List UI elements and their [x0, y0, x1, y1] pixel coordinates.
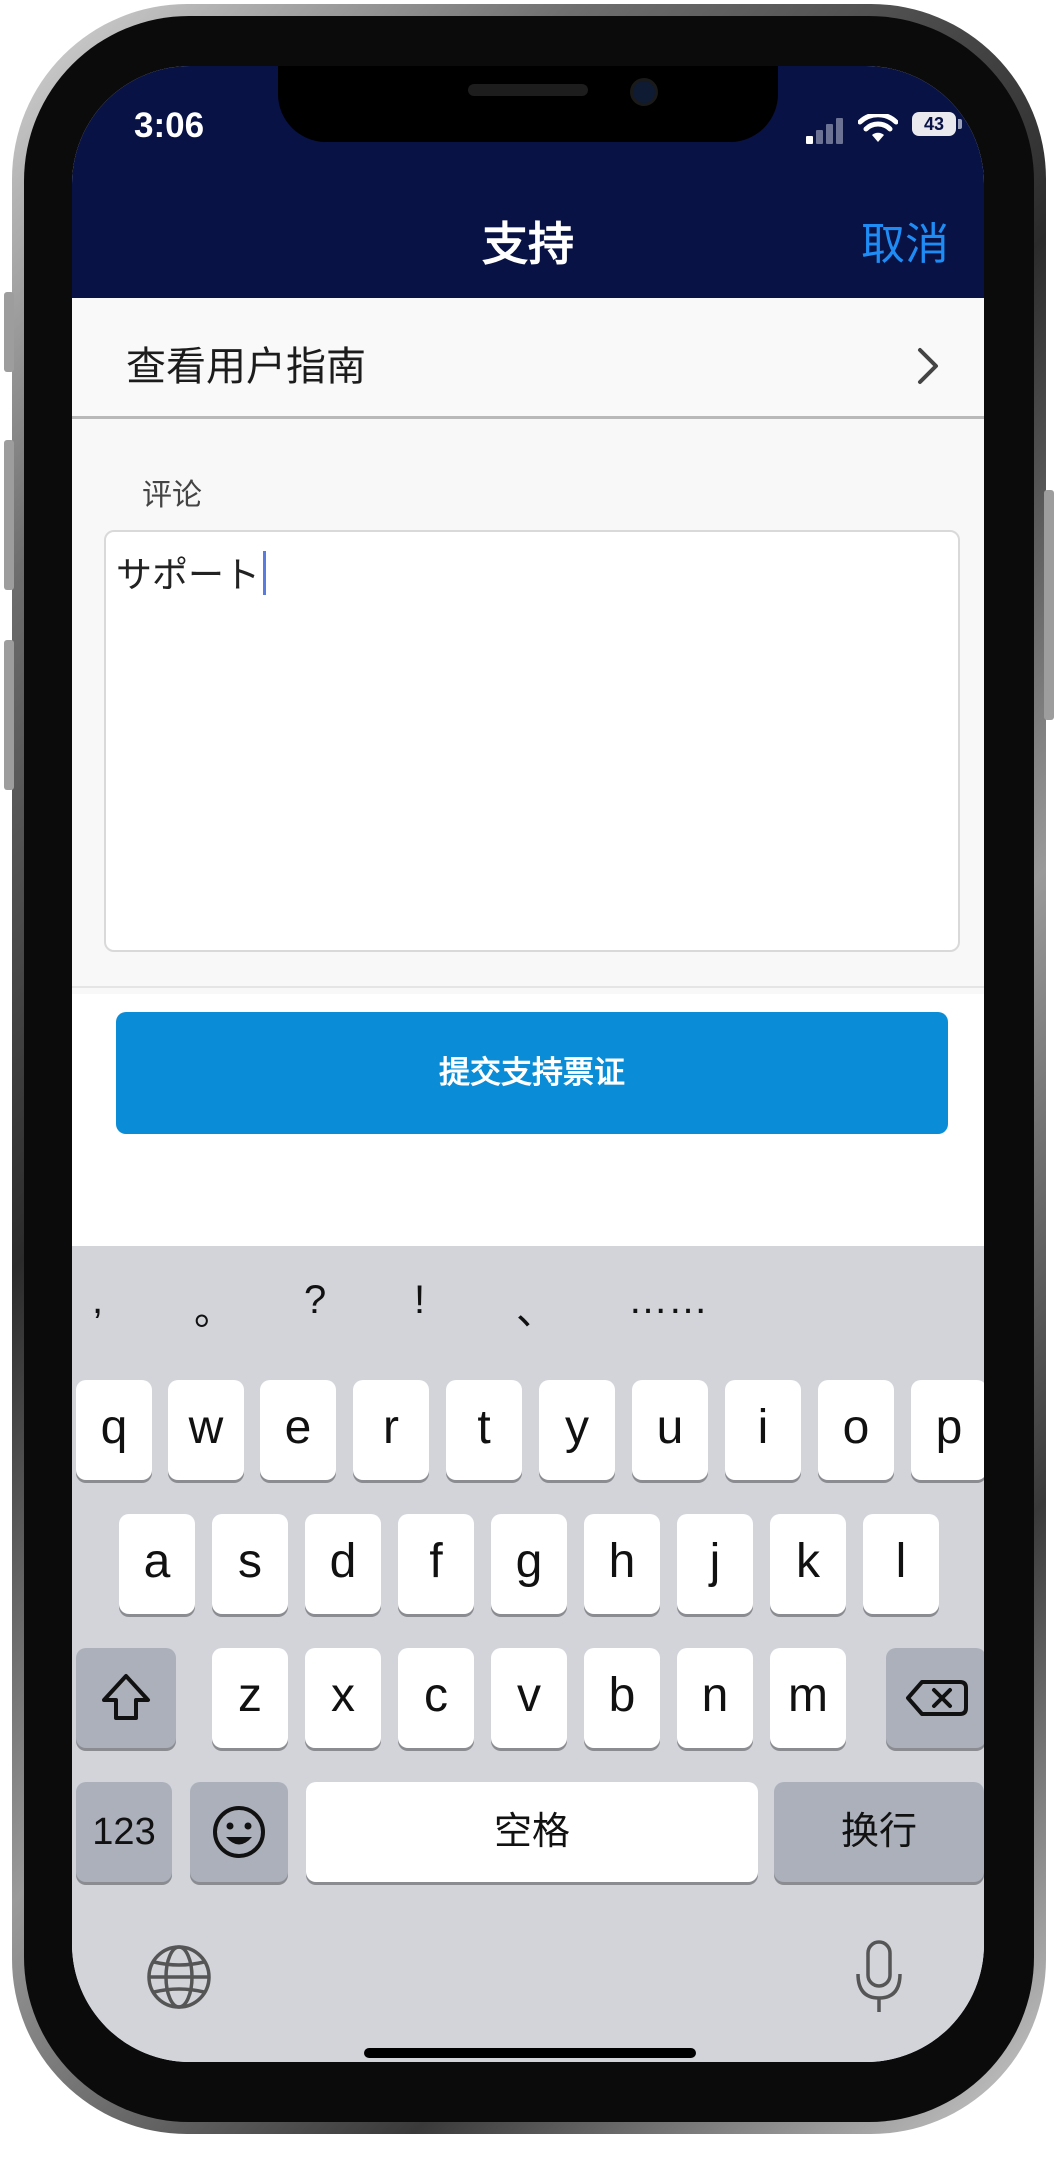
- key-y[interactable]: y: [539, 1380, 615, 1480]
- view-user-guide-label: 查看用户指南: [126, 344, 366, 390]
- key-k[interactable]: k: [770, 1514, 846, 1614]
- home-indicator[interactable]: [364, 2048, 696, 2058]
- backspace-key[interactable]: [886, 1648, 984, 1748]
- phone-screen: 3:06 43 支持 取消 查看用户指南 评论 サポート 提交支持票证 , 。 …: [72, 66, 984, 2062]
- volume-down-button: [4, 640, 14, 790]
- power-button: [1044, 490, 1054, 720]
- punctuation-key[interactable]: ?: [304, 1278, 326, 1323]
- battery-icon: 43: [912, 112, 956, 136]
- key-v[interactable]: v: [491, 1648, 567, 1748]
- signal-icon: [806, 118, 846, 144]
- key-a[interactable]: a: [119, 1514, 195, 1614]
- cancel-button[interactable]: 取消: [861, 208, 949, 272]
- text-caret: [263, 551, 267, 595]
- key-q[interactable]: q: [76, 1380, 152, 1480]
- comment-label: 评论: [142, 478, 202, 513]
- notch: [278, 66, 778, 142]
- key-t[interactable]: t: [446, 1380, 522, 1480]
- key-o[interactable]: o: [818, 1380, 894, 1480]
- space-key[interactable]: 空格: [306, 1782, 758, 1882]
- status-time: 3:06: [134, 106, 205, 145]
- key-h[interactable]: h: [584, 1514, 660, 1614]
- key-b[interactable]: b: [584, 1648, 660, 1748]
- globe-icon[interactable]: [144, 1942, 214, 2012]
- comment-text: サポート: [116, 555, 261, 596]
- submit-support-ticket-button[interactable]: 提交支持票证: [116, 1012, 948, 1134]
- punctuation-key[interactable]: 。: [194, 1278, 234, 1336]
- numbers-key[interactable]: 123: [76, 1782, 172, 1882]
- key-j[interactable]: j: [677, 1514, 753, 1614]
- divider: [72, 986, 984, 988]
- key-p[interactable]: p: [911, 1380, 984, 1480]
- key-w[interactable]: w: [168, 1380, 244, 1480]
- key-g[interactable]: g: [491, 1514, 567, 1614]
- chevron-right-icon: [918, 348, 938, 384]
- punctuation-key[interactable]: ,: [92, 1278, 103, 1323]
- punctuation-key[interactable]: !: [414, 1278, 425, 1323]
- punctuation-key[interactable]: 、: [516, 1278, 556, 1336]
- emoji-key[interactable]: [190, 1782, 288, 1882]
- microphone-icon[interactable]: [852, 1938, 906, 2018]
- battery-tip: [958, 119, 962, 129]
- key-d[interactable]: d: [305, 1514, 381, 1614]
- key-x[interactable]: x: [305, 1648, 381, 1748]
- page-title: 支持: [482, 217, 574, 271]
- return-key[interactable]: 换行: [774, 1782, 984, 1882]
- speaker: [468, 84, 588, 96]
- key-f[interactable]: f: [398, 1514, 474, 1614]
- front-camera: [630, 78, 658, 106]
- comment-text-wrapper: サポート: [116, 546, 267, 598]
- key-m[interactable]: m: [770, 1648, 846, 1748]
- emoji-icon: [213, 1806, 265, 1858]
- key-e[interactable]: e: [260, 1380, 336, 1480]
- shift-icon: [102, 1674, 150, 1720]
- volume-up-button: [4, 440, 14, 590]
- backspace-icon: [906, 1680, 968, 1716]
- key-c[interactable]: c: [398, 1648, 474, 1748]
- wifi-icon: [858, 114, 898, 142]
- key-l[interactable]: l: [863, 1514, 939, 1614]
- key-n[interactable]: n: [677, 1648, 753, 1748]
- punctuation-key[interactable]: ……: [628, 1278, 708, 1323]
- silent-switch: [4, 292, 14, 372]
- key-i[interactable]: i: [725, 1380, 801, 1480]
- key-r[interactable]: r: [353, 1380, 429, 1480]
- key-z[interactable]: z: [212, 1648, 288, 1748]
- key-s[interactable]: s: [212, 1514, 288, 1614]
- key-u[interactable]: u: [632, 1380, 708, 1480]
- shift-key[interactable]: [76, 1648, 176, 1748]
